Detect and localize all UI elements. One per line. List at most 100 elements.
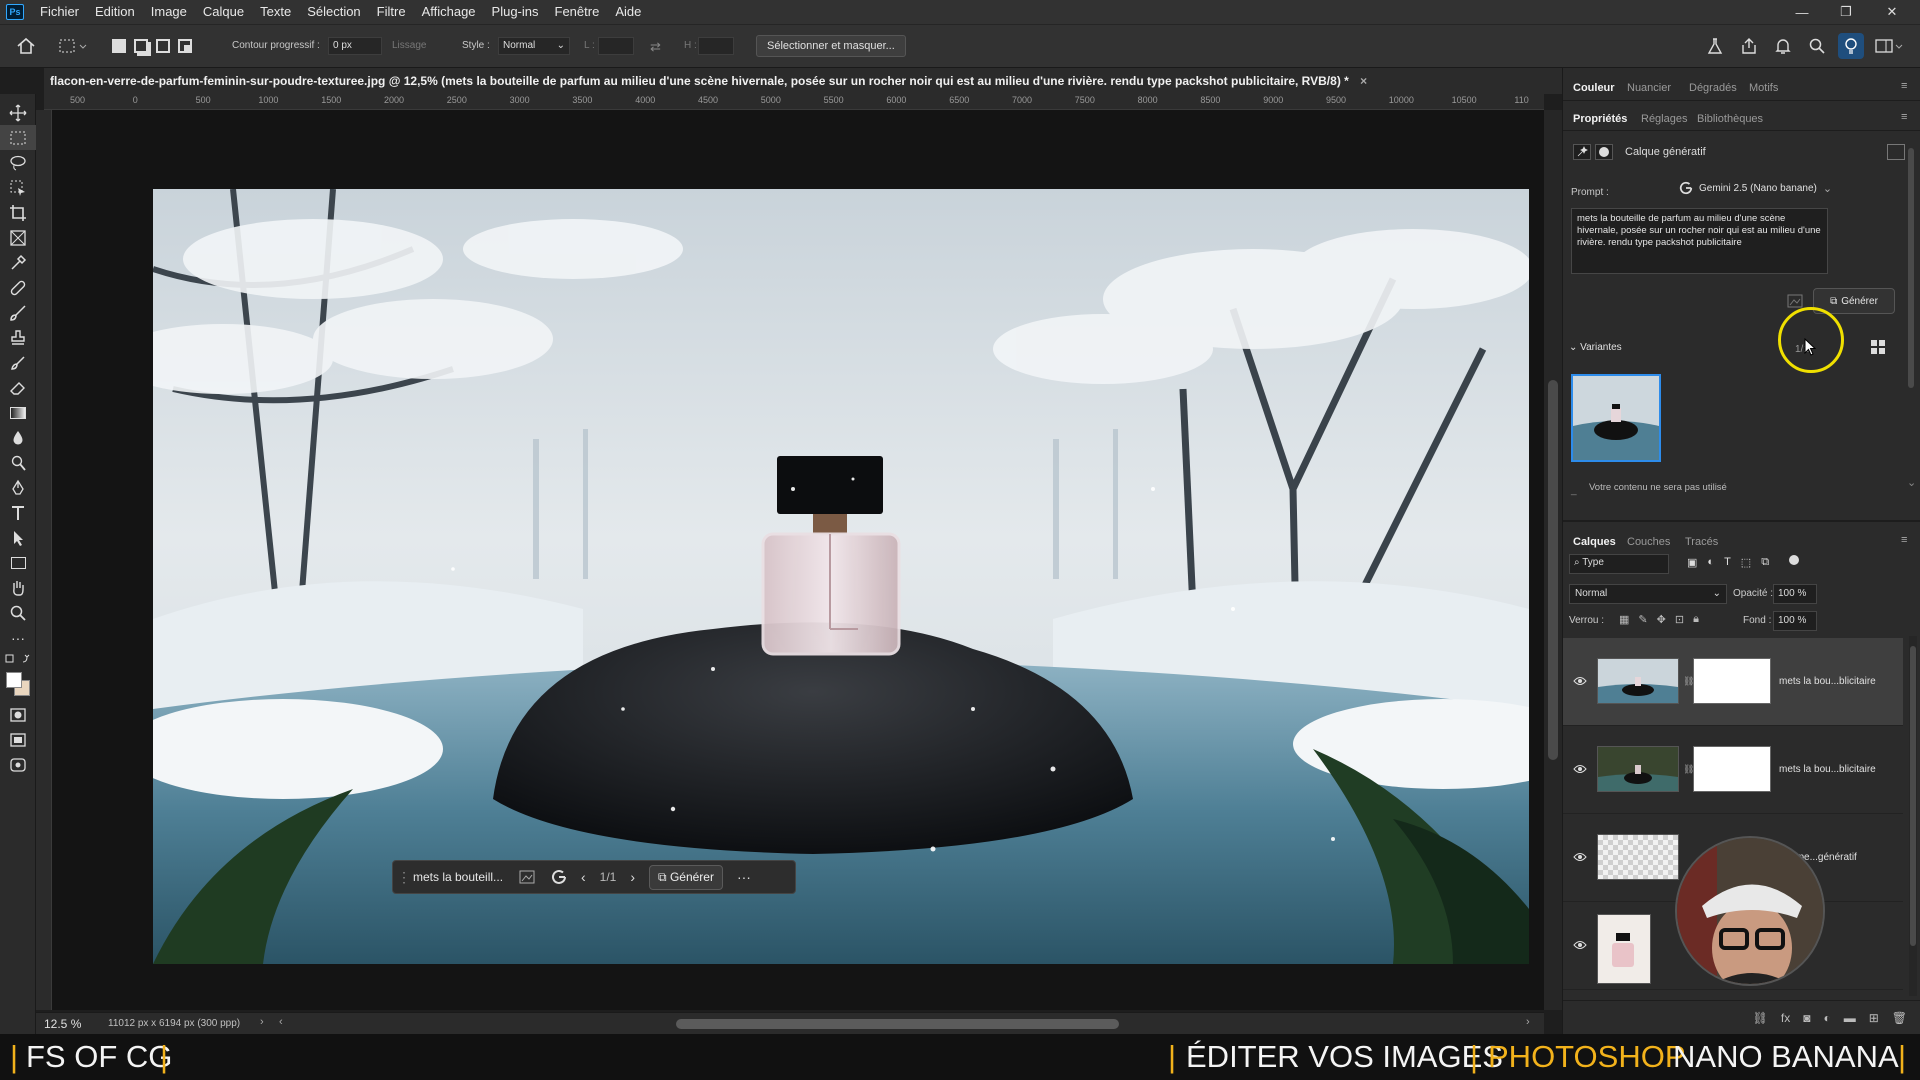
lock-all-icon[interactable]: 🔒︎ [1693, 613, 1699, 626]
color-swatches[interactable] [0, 668, 36, 702]
type-tool-icon[interactable] [0, 500, 36, 525]
move-tool-icon[interactable] [0, 100, 36, 125]
menu-image[interactable]: Image [143, 0, 195, 24]
scroll-chevron-icon[interactable]: ⌄ [1907, 476, 1916, 489]
menu-fenetre[interactable]: Fenêtre [547, 0, 608, 24]
minimize-icon[interactable]: — [1782, 0, 1822, 24]
blur-tool-icon[interactable] [0, 425, 36, 450]
layer-name[interactable]: mets la bou...blicitaire [1779, 764, 1876, 775]
brush-tool-icon[interactable] [0, 300, 36, 325]
extra-tool-icon[interactable] [0, 752, 36, 777]
vertical-scrollbar-track[interactable] [1544, 110, 1562, 1010]
lasso-tool-icon[interactable] [0, 150, 36, 175]
zoom-level[interactable]: 12.5 % [44, 1017, 81, 1031]
drag-handle-icon[interactable]: ⋮ [397, 869, 411, 886]
prompt-textarea[interactable]: mets la bouteille de parfum au milieu d'… [1571, 208, 1828, 274]
bell-icon[interactable] [1774, 37, 1792, 55]
hand-tool-icon[interactable] [0, 575, 36, 600]
tab-couches[interactable]: Couches [1627, 536, 1670, 548]
properties-scrollbar[interactable] [1908, 148, 1914, 388]
antialias-checkbox[interactable]: Lissage [392, 40, 426, 51]
tab-motifs[interactable]: Motifs [1749, 82, 1778, 94]
flask-icon[interactable] [1706, 37, 1724, 55]
new-group-icon[interactable]: ▬ [1844, 1011, 1856, 1025]
eyedropper-tool-icon[interactable] [0, 250, 36, 275]
width-input[interactable] [598, 37, 634, 55]
google-g-icon[interactable] [551, 869, 569, 885]
feather-input[interactable]: 0 px [328, 37, 382, 55]
home-icon[interactable] [16, 37, 36, 55]
foreground-color-swatch[interactable] [6, 672, 22, 688]
intersect-selection-icon[interactable] [178, 39, 192, 53]
workspace-icon[interactable] [1874, 37, 1904, 55]
new-layer-icon[interactable]: ⊞ [1869, 1011, 1879, 1025]
add-mask-icon[interactable]: ◙ [1803, 1011, 1810, 1025]
reference-image-icon[interactable] [519, 870, 537, 884]
restore-icon[interactable]: ❐ [1826, 0, 1866, 24]
history-brush-tool-icon[interactable] [0, 350, 36, 375]
layer-preview-icon[interactable] [1887, 144, 1905, 160]
subtract-selection-icon[interactable] [156, 39, 170, 53]
blend-mode-select[interactable]: Normal ⌄ [1569, 584, 1727, 604]
menu-affichage[interactable]: Affichage [414, 0, 484, 24]
lock-transparency-icon[interactable]: ▦ [1619, 613, 1629, 626]
swap-colors-icon[interactable] [0, 650, 36, 668]
fill-input[interactable]: 100 % [1773, 611, 1817, 631]
healing-brush-tool-icon[interactable] [0, 275, 36, 300]
menu-edition[interactable]: Edition [87, 0, 143, 24]
fx-icon[interactable]: fx [1781, 1011, 1790, 1025]
eye-icon[interactable] [1573, 676, 1587, 686]
height-input[interactable] [698, 37, 734, 55]
path-selection-tool-icon[interactable] [0, 525, 36, 550]
quick-mask-icon[interactable] [0, 702, 36, 727]
more-options-icon[interactable]: ··· [737, 869, 751, 885]
next-variant-icon[interactable]: › [630, 869, 635, 885]
menu-calque[interactable]: Calque [195, 0, 252, 24]
tab-reglages[interactable]: Réglages [1641, 113, 1687, 125]
panel-menu-icon[interactable]: ≡ [1901, 80, 1907, 92]
tab-degrades[interactable]: Dégradés [1689, 82, 1737, 94]
layers-scrollbar-track[interactable] [1909, 636, 1917, 996]
layer-mask-thumbnail[interactable] [1693, 658, 1771, 704]
generate-button[interactable]: ⧉ Générer [649, 864, 723, 890]
tab-couleur[interactable]: Couleur [1573, 82, 1615, 94]
link-layers-icon[interactable]: ⛓ [1753, 1011, 1768, 1025]
tab-proprietes[interactable]: Propriétés [1573, 113, 1627, 125]
eye-icon[interactable] [1573, 940, 1587, 950]
search-icon[interactable] [1808, 37, 1826, 55]
marquee-tool-icon[interactable] [0, 125, 36, 150]
layers-scrollbar[interactable] [1910, 646, 1916, 946]
swap-dimensions-icon[interactable]: ⇄ [650, 39, 661, 55]
rectangle-tool-icon[interactable] [0, 550, 36, 575]
previous-variant-icon[interactable]: ‹ [581, 869, 586, 885]
delete-layer-icon[interactable]: 🗑︎ [1892, 1011, 1907, 1025]
status-arrow-icon[interactable]: › [260, 1016, 264, 1028]
close-tab-icon[interactable]: × [1360, 74, 1367, 88]
frame-tool-icon[interactable] [0, 225, 36, 250]
tab-nuancier[interactable]: Nuancier [1627, 82, 1671, 94]
menu-texte[interactable]: Texte [252, 0, 299, 24]
object-selection-tool-icon[interactable] [0, 175, 36, 200]
menu-aide[interactable]: Aide [607, 0, 649, 24]
model-select[interactable]: Gemini 2.5 (Nano banane) ⌄ [1679, 181, 1832, 195]
tab-traces[interactable]: Tracés [1685, 536, 1718, 548]
layer-row[interactable]: ⛓ mets la bou...blicitaire [1563, 726, 1903, 814]
lock-pixels-icon[interactable]: ✎ [1638, 613, 1647, 626]
lock-position-icon[interactable]: ✥ [1657, 613, 1666, 626]
properties-menu-icon[interactable]: ≡ [1901, 111, 1907, 123]
scroll-left-icon[interactable]: ‹ [279, 1016, 283, 1028]
gradient-tool-icon[interactable] [0, 400, 36, 425]
layer-filter-select[interactable]: ⌕ Type [1569, 554, 1669, 574]
variant-thumbnail[interactable] [1571, 374, 1661, 462]
menu-selection[interactable]: Sélection [299, 0, 368, 24]
layers-menu-icon[interactable]: ≡ [1901, 534, 1907, 546]
adjustment-layer-icon[interactable]: ◐ [1823, 1011, 1830, 1025]
vertical-scrollbar[interactable] [1548, 380, 1558, 760]
horizontal-scrollbar[interactable] [676, 1019, 1119, 1029]
tab-calques[interactable]: Calques [1573, 536, 1616, 548]
new-selection-icon[interactable] [112, 39, 126, 53]
smartobject-filter-icon[interactable]: ⧉ [1761, 556, 1769, 569]
zoom-tool-icon[interactable] [0, 600, 36, 625]
more-tools-icon[interactable]: ··· [0, 625, 36, 650]
lock-artboard-icon[interactable]: ⊡ [1675, 613, 1684, 626]
